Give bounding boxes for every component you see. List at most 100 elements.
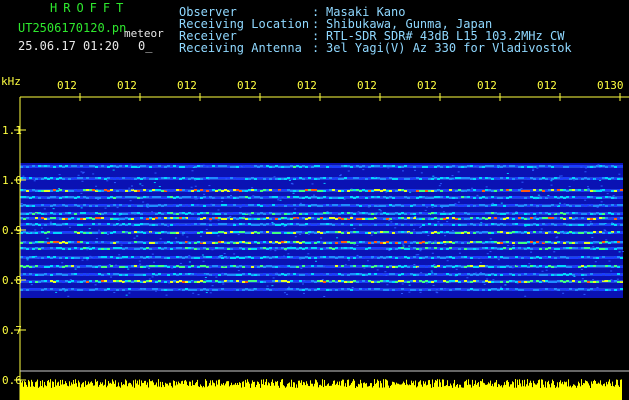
signal-dot [254, 218, 257, 220]
signal-dot [356, 265, 359, 267]
signal-dot [92, 273, 95, 275]
signal-dot [80, 281, 83, 283]
signal-dot [260, 247, 263, 249]
signal-dot [269, 247, 272, 249]
signal-dot [221, 218, 224, 220]
signal-dot [476, 274, 479, 276]
noise-bar [124, 384, 125, 400]
signal-dot [596, 218, 599, 220]
signal-dot [326, 289, 329, 291]
signal-dot [269, 178, 272, 180]
signal-dot [374, 189, 377, 191]
signal-dot [302, 257, 305, 259]
signal-dot [35, 204, 38, 206]
signal-dot [53, 223, 56, 225]
signal-dot [239, 190, 242, 192]
band-noise [466, 277, 469, 279]
noise-bar [52, 381, 53, 400]
band-noise [550, 180, 553, 182]
noise-bar [555, 387, 556, 400]
signal-dot [50, 241, 53, 243]
signal-dot [533, 223, 536, 225]
noise-bar [459, 384, 460, 400]
signal-dot [140, 165, 143, 167]
band-noise [285, 288, 288, 290]
signal-dot [335, 289, 338, 291]
signal-dot [173, 247, 176, 249]
band-noise [562, 292, 565, 294]
signal-dot [242, 273, 245, 275]
signal-dot [95, 248, 98, 250]
signal-dot [164, 166, 167, 168]
signal-dot [170, 289, 173, 291]
signal-dot [563, 189, 566, 191]
signal-dot [428, 231, 431, 233]
signal-dot [212, 289, 215, 291]
signal-dot [41, 165, 44, 167]
signal-dot [224, 256, 227, 258]
noise-bar [541, 379, 542, 400]
noise-bar [27, 386, 28, 400]
signal-dot [71, 204, 74, 206]
signal-dot [161, 205, 164, 207]
signal-dot [473, 280, 476, 282]
signal-dot [287, 241, 290, 243]
signal-dot [41, 223, 44, 225]
signal-dot [401, 256, 404, 258]
signal-dot [500, 177, 503, 179]
band-noise [67, 295, 70, 297]
signal-dot [293, 204, 296, 206]
signal-dot [308, 242, 311, 244]
signal-dot [134, 231, 137, 233]
signal-dot [116, 257, 119, 259]
signal-dot [563, 288, 566, 290]
noise-bar [220, 385, 221, 400]
signal-dot [122, 242, 125, 244]
signal-dot [113, 197, 116, 199]
noise-bar [605, 386, 606, 400]
band-noise [274, 250, 277, 252]
signal-dot [242, 231, 245, 233]
signal-dot [461, 256, 464, 258]
signal-dot [260, 274, 263, 276]
signal-dot [257, 224, 260, 226]
noise-bar [216, 380, 217, 400]
signal-dot [383, 223, 386, 225]
noise-bar [551, 383, 552, 400]
noise-bar [310, 380, 311, 400]
noise-bar [194, 385, 195, 400]
band-noise [593, 178, 596, 180]
noise-bar [352, 381, 353, 400]
band-noise [274, 273, 277, 275]
signal-dot [545, 288, 548, 290]
signal-dot [485, 289, 488, 291]
signal-dot [164, 281, 167, 283]
signal-dot [449, 280, 452, 282]
signal-dot [47, 273, 50, 275]
signal-dot [245, 190, 248, 192]
band-noise [287, 253, 290, 255]
noise-bar [197, 379, 198, 400]
signal-dot [500, 213, 503, 215]
signal-dot [38, 231, 41, 233]
noise-bar [131, 384, 132, 400]
signal-dot [188, 266, 191, 268]
signal-dot [506, 281, 509, 283]
signal-dot [170, 212, 173, 214]
band-noise [118, 214, 121, 216]
signal-dot [503, 218, 506, 220]
signal-dot [266, 231, 269, 233]
signal-dot [107, 205, 110, 207]
signal-dot [509, 257, 512, 259]
signal-dot [395, 197, 398, 199]
signal-dot [65, 231, 68, 233]
signal-dot [548, 247, 551, 249]
signal-dot [263, 256, 266, 258]
signal-dot [152, 178, 155, 180]
signal-dot [560, 217, 563, 219]
signal-dot [383, 189, 386, 191]
noise-bar [348, 379, 349, 400]
signal-dot [404, 196, 407, 198]
noise-bar [439, 379, 440, 400]
band-noise [512, 245, 515, 247]
